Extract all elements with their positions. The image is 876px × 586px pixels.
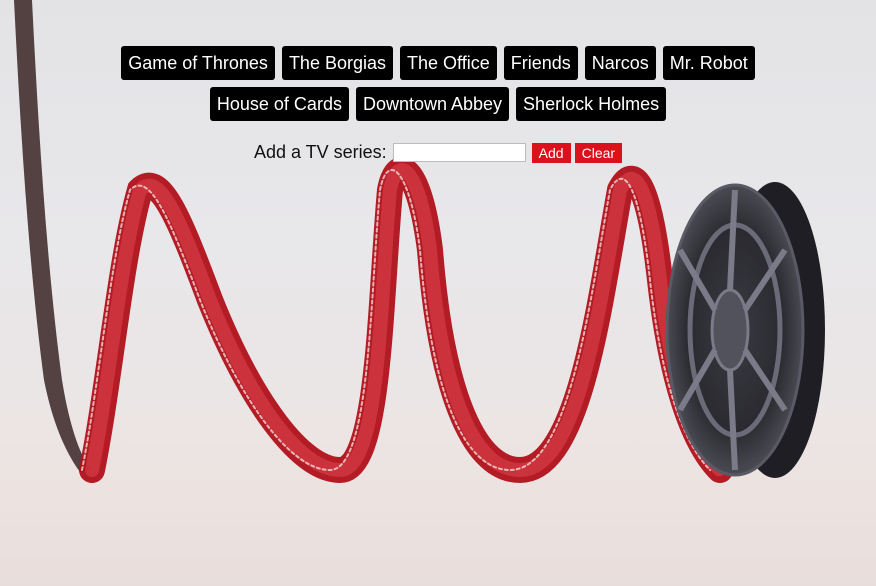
page: Game of Thrones The Borgias The Office Frie… — [0, 0, 876, 586]
series-tag[interactable]: Sherlock Holmes — [516, 87, 667, 121]
film-reel — [665, 182, 825, 478]
series-tag[interactable]: Narcos — [584, 46, 656, 80]
series-list: Game of Thrones The Borgias The Office Frie… — [0, 46, 876, 121]
clear-button[interactable]: Clear — [574, 142, 623, 163]
series-tag[interactable]: Mr. Robot — [662, 46, 755, 80]
series-tag[interactable]: Friends — [503, 46, 578, 80]
series-name-input[interactable] — [392, 143, 526, 162]
series-tag[interactable]: The Office — [400, 46, 497, 80]
series-tag[interactable]: Downtown Abbey — [355, 87, 510, 121]
series-tag[interactable]: House of Cards — [209, 87, 349, 121]
add-series-form: Add a TV series: Add Clear — [0, 142, 876, 163]
series-tag[interactable]: Game of Thrones — [121, 46, 275, 80]
add-series-label: Add a TV series: — [253, 142, 387, 162]
series-tag[interactable]: The Borgias — [281, 46, 393, 80]
add-button[interactable]: Add — [531, 142, 571, 163]
